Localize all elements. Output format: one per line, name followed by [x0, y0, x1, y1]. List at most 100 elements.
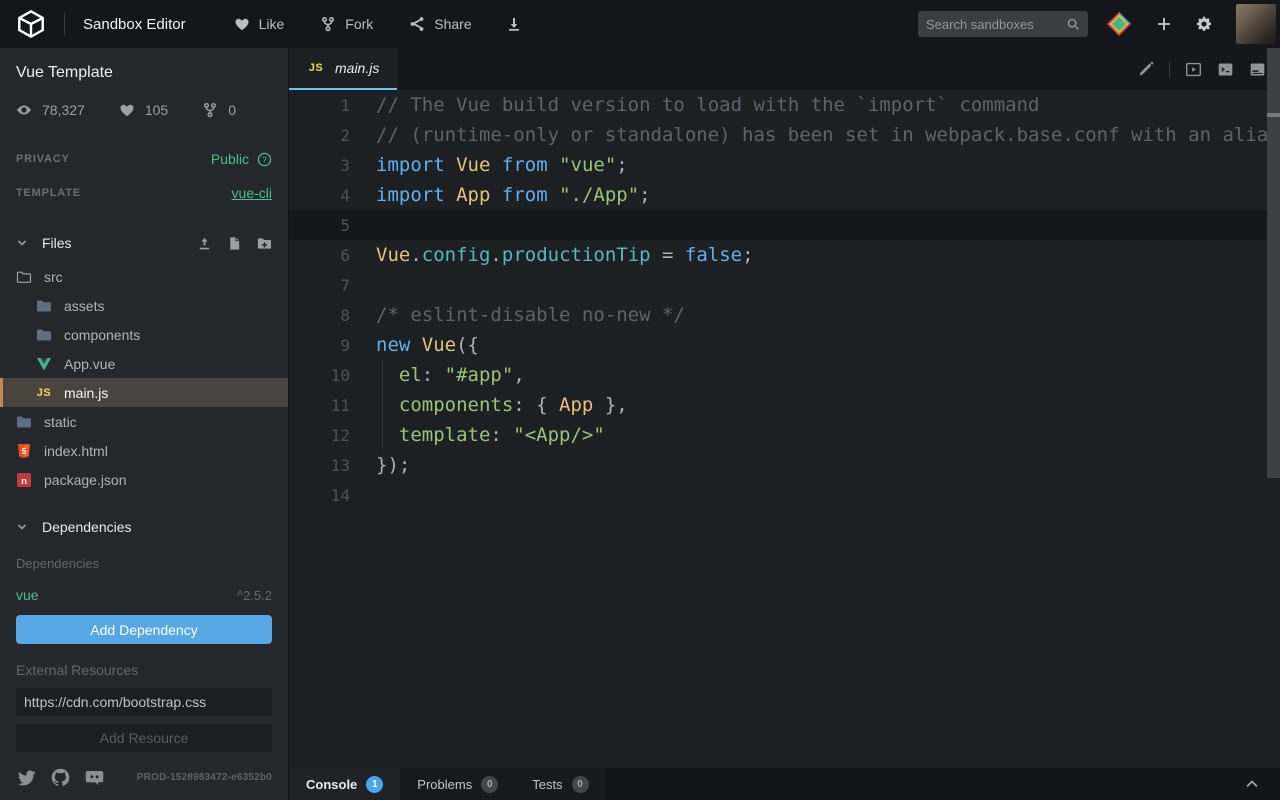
code-line[interactable]: 9new Vue({ [289, 330, 1280, 360]
console-tab-problems[interactable]: Problems0 [400, 768, 515, 800]
external-resource-input[interactable] [16, 688, 272, 716]
files-section-header[interactable]: Files [16, 228, 272, 258]
line-number: 2 [289, 126, 376, 145]
discord-icon[interactable] [84, 767, 105, 788]
fork-button[interactable]: Fork [320, 16, 373, 32]
code-line[interactable]: 14 [289, 480, 1280, 510]
tab-label: Problems [417, 777, 472, 792]
file-tree-item-main-js[interactable]: JSmain.js [0, 378, 288, 407]
dependency-version: ^2.5.2 [237, 588, 272, 603]
codesandbox-logo-icon[interactable] [16, 9, 46, 39]
settings-gear-icon[interactable] [1196, 16, 1212, 32]
dependencies-list: vue ^2.5.2 [16, 587, 272, 603]
code-line[interactable]: 13}); [289, 450, 1280, 480]
file-name: static [44, 414, 77, 430]
download-icon[interactable] [506, 16, 522, 32]
dependencies-section-header[interactable]: Dependencies [16, 512, 272, 542]
file-tree-item-package-json[interactable]: npackage.json [0, 465, 288, 494]
stat-value: 0 [228, 102, 236, 118]
code-line[interactable]: 8/* eslint-disable no-new */ [289, 300, 1280, 330]
privacy-label: PRIVACY [16, 153, 70, 165]
file-tree-item-app-vue[interactable]: App.vue [0, 349, 288, 378]
console-bar: Console 1 Problems0Tests0 [289, 768, 1280, 800]
file-tree-item-index-html[interactable]: 5index.html [0, 436, 288, 465]
tab-main-js[interactable]: JS main.js [289, 48, 397, 90]
twitter-icon[interactable] [16, 767, 37, 788]
add-dependency-button[interactable]: Add Dependency [16, 615, 272, 644]
layout-toggle-icon[interactable] [1249, 61, 1266, 78]
file-name: index.html [44, 443, 108, 459]
external-resources-label: External Resources [16, 662, 272, 678]
search-icon[interactable] [1066, 17, 1080, 31]
code-editor[interactable]: 1// The Vue build version to load with t… [289, 90, 1280, 768]
line-number: 8 [289, 306, 376, 325]
line-number: 1 [289, 96, 376, 115]
console-tab-console[interactable]: Console 1 [289, 768, 400, 800]
file-name: components [64, 327, 140, 343]
file-tree-item-static[interactable]: static [0, 407, 288, 436]
js-icon: JS [307, 61, 325, 75]
project-stats: 78,3271050 [16, 102, 272, 118]
sandbox-editor-app: Sandbox Editor LikeForkShare Vue Templat… [0, 0, 1280, 800]
dependencies-label: Dependencies [16, 556, 272, 571]
file-tree-item-components[interactable]: components [0, 320, 288, 349]
prettier-icon[interactable] [1137, 61, 1154, 78]
stat-item: 105 [119, 102, 168, 118]
question-circle-icon[interactable]: ? [257, 152, 272, 167]
upload-icon[interactable] [197, 236, 212, 251]
code-line[interactable]: 5 [289, 210, 1280, 240]
count-badge: 1 [366, 776, 383, 793]
line-number: 12 [289, 426, 376, 445]
preview-toggle-icon[interactable] [1185, 61, 1202, 78]
chevron-down-icon[interactable] [16, 521, 28, 533]
editor-toolbar [1137, 48, 1280, 90]
tab-label: Console [306, 777, 357, 792]
new-folder-icon[interactable] [257, 236, 272, 251]
action-label: Fork [345, 16, 373, 32]
line-number: 5 [289, 216, 376, 235]
line-number: 9 [289, 336, 376, 355]
console-toggle-icon[interactable] [1217, 61, 1234, 78]
share-button[interactable]: Share [409, 16, 471, 32]
new-file-icon[interactable] [227, 236, 242, 251]
chevron-down-icon[interactable] [16, 237, 28, 249]
patron-badge-icon[interactable] [1106, 11, 1132, 37]
code-line[interactable]: 6Vue.config.productionTip = false; [289, 240, 1280, 270]
add-resource-button[interactable]: Add Resource [16, 724, 272, 752]
code-line[interactable]: 1// The Vue build version to load with t… [289, 90, 1280, 120]
file-tree: src assets components App.vueJSmain.js stati… [0, 262, 288, 494]
privacy-row: PRIVACY Public ? [16, 142, 272, 176]
search-input[interactable] [926, 17, 1066, 32]
code-text: new Vue({ [376, 334, 479, 356]
file-tree-item-src[interactable]: src [0, 262, 288, 291]
like-button[interactable]: Like [234, 16, 285, 32]
code-line[interactable]: 2// (runtime-only or standalone) has bee… [289, 120, 1280, 150]
code-line[interactable]: 12 template: "<App/>" [289, 420, 1280, 450]
code-line[interactable]: 4import App from "./App"; [289, 180, 1280, 210]
console-tab-tests[interactable]: Tests0 [515, 768, 605, 800]
folder-icon [36, 327, 52, 343]
privacy-value[interactable]: Public ? [211, 151, 272, 167]
chevron-up-icon[interactable] [1244, 776, 1260, 792]
new-sandbox-button[interactable] [1156, 16, 1172, 32]
scroll-position-marker [1267, 113, 1280, 117]
template-link[interactable]: vue-cli [232, 185, 272, 201]
search-box[interactable] [918, 11, 1088, 37]
user-avatar[interactable] [1236, 4, 1276, 44]
code-line[interactable]: 10 el: "#app", [289, 360, 1280, 390]
code-line[interactable]: 7 [289, 270, 1280, 300]
dependency-name[interactable]: vue [16, 587, 39, 603]
dependencies-section-label: Dependencies [42, 519, 132, 535]
editor-pane: JS main.js 1// The Vue build version to … [288, 48, 1280, 800]
project-title: Vue Template [16, 48, 272, 82]
github-icon[interactable] [50, 767, 71, 788]
file-tree-item-assets[interactable]: assets [0, 291, 288, 320]
code-line[interactable]: 3import Vue from "vue"; [289, 150, 1280, 180]
code-line[interactable]: 11 components: { App }, [289, 390, 1280, 420]
file-name: src [44, 269, 63, 285]
indent-guide [382, 360, 383, 390]
heart-icon [119, 102, 135, 118]
line-number: 3 [289, 156, 376, 175]
tab-label: main.js [335, 60, 379, 76]
top-bar: Sandbox Editor LikeForkShare [0, 0, 1280, 48]
